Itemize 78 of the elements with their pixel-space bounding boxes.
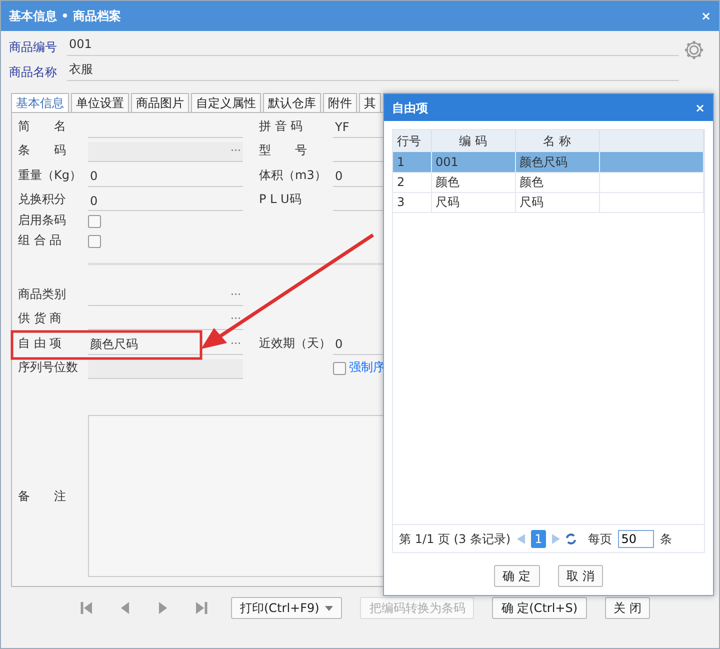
window-title: 基本信息 • 商品档案 [9,8,122,25]
table-cell: 尺码 [431,192,515,212]
close-button[interactable]: × [694,98,705,116]
field-label: 拼 音 码 [259,118,304,134]
per-page-label: 每页 [588,530,612,548]
input-field[interactable]: 0 [88,166,243,186]
column-header: 行号 [393,130,431,152]
next-icon[interactable] [552,534,560,544]
last-page-icon[interactable] [193,600,209,616]
tab[interactable]: 商品图片 [131,93,189,112]
field-value: 0 [90,168,98,185]
table-cell: 1 [393,152,431,172]
ellipsis-button[interactable]: ··· [230,286,241,304]
refresh-icon[interactable] [566,532,576,544]
field-label: 供 货 商 [18,310,63,327]
field-label: 备 注 [18,488,67,505]
input-field[interactable]: ··· [88,286,243,306]
tab[interactable]: 默认仓库 [263,93,321,112]
checkbox[interactable] [333,362,346,375]
button[interactable]: 确 定 [494,565,540,587]
table-cell: 颜色 [431,172,515,192]
unit-label: 条 [660,530,672,548]
checkbox-label: 启用条码 [18,212,67,229]
ellipsis-button[interactable]: ··· [230,311,241,328]
input-field[interactable]: ··· [88,310,243,330]
field-label: 兑换积分 [18,191,67,208]
previous-icon[interactable] [516,534,525,544]
page-summary: 第 1/1 页 (3 条记录) [399,530,511,548]
field-value: 颜色尺码 [90,336,138,353]
field-label: 序列号位数 [18,359,79,376]
table-cell: 2 [393,172,431,192]
table-row[interactable]: 2 颜色 颜色 [393,172,704,192]
field-label: 商品名称 [9,64,58,81]
table-cell: 颜色尺码 [515,152,599,172]
field-label: 简 名 [18,118,67,134]
input-field[interactable]: 0 [88,191,243,211]
column-header: 名 称 [515,130,599,152]
ellipsis-button[interactable]: ··· [230,336,241,352]
field-label: 重量（Kg） [18,166,82,184]
tab[interactable]: 自定义属性 [191,93,261,112]
field-value: YF [335,119,350,136]
tab[interactable]: 单位设置 [71,93,129,112]
settings-icon[interactable] [683,39,705,61]
tab[interactable]: 其 [359,93,381,112]
input-field[interactable]: 001 [67,35,679,56]
tab[interactable]: 附件 [323,93,357,112]
dialog-title: 自由项 [392,100,428,116]
tab[interactable]: 基本信息 [11,93,69,112]
checkbox[interactable] [88,235,101,248]
field-label: 商品编号 [9,39,58,56]
button[interactable]: 确 定(Ctrl+S) [492,597,587,619]
button[interactable]: 关 闭 [604,597,650,619]
checkbox-label: 组 合 品 [18,232,63,249]
table-row[interactable]: 3 尺码 尺码 [393,192,704,212]
table-row[interactable]: 1 001 颜色尺码 [393,152,704,172]
checkbox[interactable] [88,215,101,228]
remarks-field[interactable] [88,415,384,577]
table-cell: 颜色 [515,172,599,192]
table-cell: 3 [393,192,431,212]
field-label: 自 由 项 [18,334,63,352]
field-label: 体积（m3） [259,166,328,184]
caret-icon [325,606,334,610]
field-label: 条 码 [18,142,67,159]
input-field[interactable]: 衣服 [67,60,679,81]
field-label: 型 号 [259,142,308,159]
table-cell: 001 [431,152,515,172]
column-header: 编 码 [431,130,515,152]
field-label: 近效期（天） [259,334,332,352]
field-value: 0 [335,168,343,185]
table-cell: 尺码 [515,192,599,212]
field-value: 0 [90,192,98,210]
field-label: 商品类别 [18,286,67,302]
first-page-icon[interactable] [79,600,95,616]
field-value: 0 [335,336,343,353]
field-label: P L U码 [259,191,302,208]
page-size-field[interactable]: 50 [618,530,654,548]
button[interactable]: 取 消 [558,565,604,587]
print-dropdown[interactable]: 打印(Ctrl+F9) [231,597,342,619]
